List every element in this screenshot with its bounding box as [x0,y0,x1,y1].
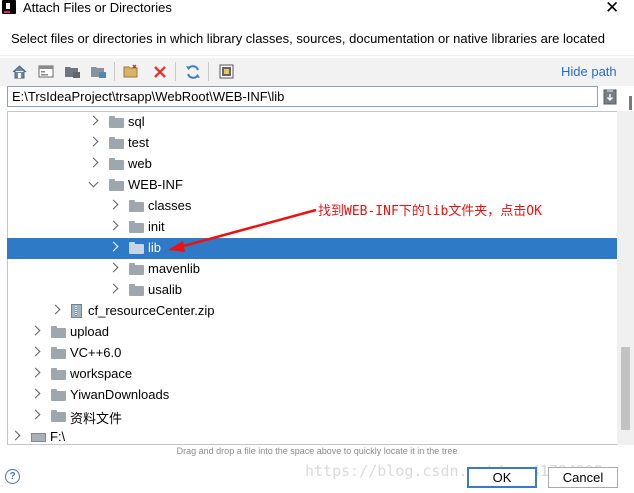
chevron-right-icon[interactable] [30,325,41,336]
folder-icon [129,221,144,233]
folder-icon [129,242,144,254]
folder-icon [109,137,124,149]
tree-item-label: init [148,219,165,234]
chevron-right-icon[interactable] [108,199,119,210]
project-icon[interactable] [64,63,81,80]
tree-item-label: F:\ [50,429,66,444]
drive-icon [31,433,46,442]
chevron-right-icon[interactable] [108,241,119,252]
save-path-icon[interactable] [603,88,617,105]
tree-item-label: test [128,135,149,150]
folder-icon [51,326,66,338]
folder-icon [129,200,144,212]
tree-row[interactable]: YiwanDownloads [7,385,617,406]
chevron-right-icon[interactable] [108,283,119,294]
toolbar-divider [114,62,115,81]
toolbar-divider [208,62,209,81]
folder-icon [129,263,144,275]
zip-file-icon [71,304,82,318]
tree-row[interactable]: web [7,154,617,175]
chevron-right-icon[interactable] [108,262,119,273]
dialog-description: Select files or directories in which lib… [11,31,605,46]
chevron-right-icon[interactable] [88,115,99,126]
tree-row[interactable]: test [7,133,617,154]
folder-icon [109,179,124,191]
chevron-right-icon[interactable] [50,304,61,315]
scrollbar-thumb[interactable] [621,347,630,430]
folder-icon [51,347,66,359]
drag-drop-hint: Drag and drop a file into the space abov… [176,446,458,456]
tree-item-label: sql [128,114,145,129]
tree-row[interactable]: sql [7,112,617,133]
chevron-right-icon[interactable] [10,430,21,441]
annotation-text: 找到WEB-INF下的lib文件夹，点击OK [318,204,542,219]
tree-item-label: 资料文件 [70,411,123,426]
chevron-right-icon[interactable] [30,409,41,420]
intellij-app-icon [2,0,16,14]
folder-icon [51,389,66,401]
path-value: E:\TrsIdeaProject\trsapp\WebRoot\WEB-INF… [12,89,285,104]
tree-item-label: upload [70,324,110,339]
ok-button[interactable]: OK [467,467,537,488]
tree-row[interactable]: WEB-INF [7,175,617,196]
toolbar-divider [175,62,176,81]
divider [0,55,634,56]
delete-icon[interactable] [151,63,168,80]
window-title: Attach Files or Directories [23,0,172,15]
tree-item-label: cf_resourceCenter.zip [88,303,215,318]
tree-row[interactable]: 资料文件 [7,406,617,427]
tree-item-label: usalib [148,282,182,297]
chevron-right-icon[interactable] [30,367,41,378]
tree-item-label: lib [148,240,162,255]
refresh-icon[interactable] [184,63,201,80]
tree-row[interactable]: F:\ [7,427,617,448]
path-input[interactable]: E:\TrsIdeaProject\trsapp\WebRoot\WEB-INF… [7,86,598,107]
tree-row[interactable]: init [7,217,617,238]
tree-item-label: classes [148,198,192,213]
tree-row[interactable]: VC++6.0 [7,343,617,364]
tree-item-label: VC++6.0 [70,345,122,360]
chevron-right-icon[interactable] [108,220,119,231]
help-button[interactable]: ? [5,469,20,484]
folder-icon [129,284,144,296]
tree-item-label: WEB-INF [128,177,183,192]
desktop-icon[interactable] [37,63,54,80]
tree-item-label: mavenlib [148,261,201,276]
chevron-right-icon[interactable] [88,157,99,168]
folder-icon [109,116,124,128]
home-icon[interactable] [11,63,28,80]
tree-row[interactable]: lib [7,238,617,259]
tree-item-label: workspace [70,366,133,381]
folder-icon [109,158,124,170]
tree-row[interactable]: upload [7,322,617,343]
hide-path-link[interactable]: Hide path [561,64,617,79]
folder-icon [51,368,66,380]
tree-item-label: web [128,156,152,171]
title-bar: Attach Files or Directories ✕ [0,0,634,17]
tree-item-label: YiwanDownloads [70,387,170,402]
chevron-right-icon[interactable] [88,136,99,147]
chevron-right-icon[interactable] [30,346,41,357]
tree-row[interactable]: usalib [7,280,617,301]
tree-row[interactable]: workspace [7,364,617,385]
chevron-down-icon[interactable] [88,177,99,188]
chevron-right-icon[interactable] [30,388,41,399]
close-button[interactable]: ✕ [605,0,619,18]
folder-icon [51,410,66,422]
cancel-button[interactable]: Cancel [548,467,618,488]
tree-row[interactable]: mavenlib [7,259,617,280]
new-folder-icon[interactable] [123,63,140,80]
tree-row[interactable]: cf_resourceCenter.zip [7,301,617,322]
show-hidden-icon[interactable] [218,63,235,80]
resize-edge [629,96,632,110]
module-icon[interactable] [90,63,107,80]
